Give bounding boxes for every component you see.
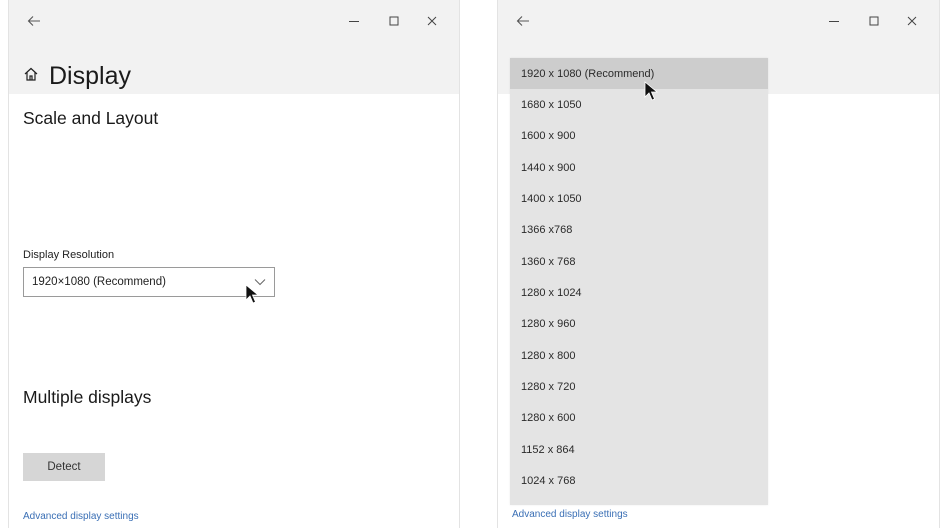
title-bar — [9, 0, 459, 44]
resolution-option[interactable]: 1280 x 1024 — [510, 277, 768, 308]
resolution-option[interactable]: 1680 x 1050 — [510, 89, 768, 120]
settings-window-right: 1920 x 1080 (Recommend) 1680 x 1050 1600… — [497, 0, 940, 528]
resolution-option[interactable]: 1024 x 768 — [510, 465, 768, 496]
resolution-option[interactable]: 1366 x768 — [510, 215, 768, 246]
minimize-icon[interactable] — [823, 10, 845, 32]
close-icon[interactable] — [901, 10, 923, 32]
home-icon[interactable] — [23, 66, 39, 87]
resolution-option[interactable]: 1280 x 600 — [510, 403, 768, 434]
resolution-option[interactable]: 1600 x 900 — [510, 121, 768, 152]
resolution-option[interactable]: 1920 x 1080 (Recommend) — [510, 58, 768, 90]
title-bar — [498, 0, 939, 44]
display-resolution-value: 1920×1080 (Recommend) — [32, 276, 166, 288]
maximize-icon[interactable] — [383, 10, 405, 32]
resolution-option[interactable]: 1152 x 864 — [510, 434, 768, 465]
mouse-cursor-icon — [644, 81, 659, 101]
advanced-display-settings-link[interactable]: Advanced display settings — [512, 509, 628, 520]
section-title-multiple-displays: Multiple displays — [23, 387, 152, 407]
resolution-option[interactable]: 1280 x 720 — [510, 371, 768, 402]
resolution-option[interactable]: 1440 x 900 — [510, 152, 768, 183]
advanced-display-settings-link[interactable]: Advanced display settings — [23, 511, 139, 522]
back-arrow-icon[interactable] — [23, 10, 45, 32]
resolution-option[interactable]: 1360 x 768 — [510, 246, 768, 277]
resolution-option[interactable]: 1280 x 800 — [510, 340, 768, 371]
resolution-option[interactable]: 1280 x 960 — [510, 309, 768, 340]
detect-button[interactable]: Detect — [23, 453, 105, 481]
maximize-icon[interactable] — [863, 10, 885, 32]
mouse-cursor-icon — [245, 284, 260, 304]
close-icon[interactable] — [421, 10, 443, 32]
resolution-option[interactable]: 1400 x 1050 — [510, 183, 768, 214]
display-resolution-label: Display Resolution — [23, 249, 115, 261]
display-resolution-select[interactable]: 1920×1080 (Recommend) — [23, 267, 275, 297]
settings-window-left: Display Scale and Layout Display Resolut… — [8, 0, 460, 528]
resolution-dropdown-list[interactable]: 1920 x 1080 (Recommend) 1680 x 1050 1600… — [510, 58, 768, 505]
section-title-scale: Scale and Layout — [23, 108, 159, 128]
page-title: Display — [49, 62, 131, 90]
back-arrow-icon[interactable] — [512, 10, 534, 32]
minimize-icon[interactable] — [343, 10, 365, 32]
page-title-row: Display — [23, 62, 131, 91]
